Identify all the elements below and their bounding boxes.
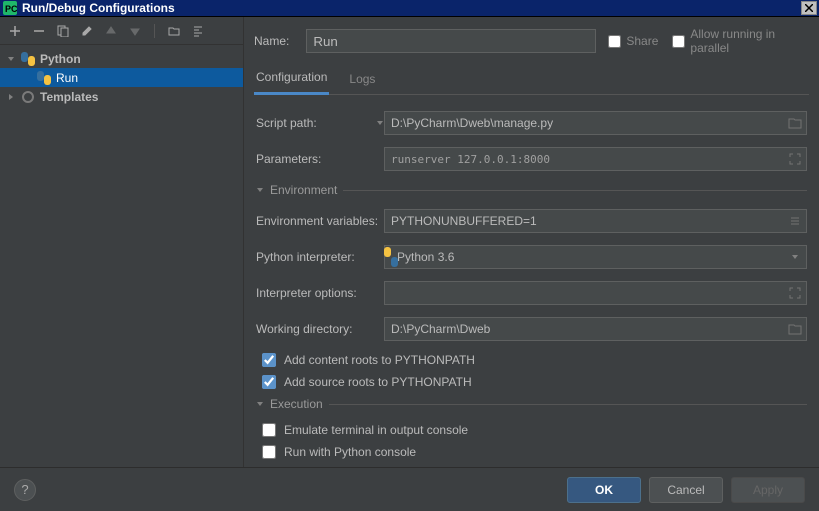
env-vars-input[interactable] [384, 209, 807, 233]
list-icon[interactable] [787, 213, 803, 229]
add-source-roots-checkbox[interactable] [262, 375, 276, 389]
ok-button[interactable]: OK [567, 477, 641, 503]
edit-defaults-icon[interactable] [80, 24, 94, 38]
help-button[interactable]: ? [14, 479, 36, 501]
tree-item-label: Run [56, 71, 78, 85]
svg-text:PC: PC [5, 4, 17, 14]
interpreter-options-label: Interpreter options: [256, 286, 384, 300]
tree-group-label: Templates [40, 90, 98, 104]
folder-icon[interactable] [167, 24, 181, 38]
close-icon[interactable] [801, 1, 817, 15]
browse-folder-icon[interactable] [787, 321, 803, 337]
interpreter-value: Python 3.6 [397, 250, 454, 264]
title-bar: PC Run/Debug Configurations [0, 0, 819, 17]
chevron-right-icon[interactable] [6, 93, 16, 101]
execution-section-label: Execution [270, 397, 323, 411]
emulate-terminal-label: Emulate terminal in output console [284, 423, 468, 437]
window-title: Run/Debug Configurations [22, 1, 801, 15]
move-down-icon[interactable] [128, 24, 142, 38]
cancel-button[interactable]: Cancel [649, 477, 723, 503]
collapse-icon[interactable] [191, 24, 205, 38]
script-path-label: Script path: [256, 116, 317, 130]
chevron-down-icon [256, 183, 264, 197]
add-content-roots-label: Add content roots to PYTHONPATH [284, 353, 475, 367]
run-with-console-label: Run with Python console [284, 445, 416, 459]
chevron-down-icon[interactable] [787, 249, 803, 265]
section-divider [343, 190, 807, 191]
add-content-roots-checkbox[interactable] [262, 353, 276, 367]
allow-parallel-checkbox[interactable]: Allow running in parallel [672, 27, 809, 55]
tabs: Configuration Logs [254, 65, 809, 95]
gear-icon [20, 89, 36, 105]
pycharm-app-icon: PC [2, 0, 18, 16]
name-input[interactable] [306, 29, 596, 53]
share-label: Share [626, 34, 658, 48]
remove-icon[interactable] [32, 24, 46, 38]
tree-group-templates[interactable]: Templates [0, 87, 243, 106]
execution-section-header[interactable]: Execution [256, 397, 807, 411]
add-icon[interactable] [8, 24, 22, 38]
environment-section-header[interactable]: Environment [256, 183, 807, 197]
interpreter-label: Python interpreter: [256, 250, 384, 264]
tree-group-python[interactable]: Python [0, 49, 243, 68]
name-label: Name: [254, 34, 294, 48]
parameters-label: Parameters: [256, 152, 384, 166]
environment-section-label: Environment [270, 183, 337, 197]
script-path-label-combo[interactable]: Script path: [256, 112, 384, 134]
sidebar-toolbar [0, 17, 243, 45]
dialog-footer: ? OK Cancel Apply [0, 467, 819, 511]
apply-button[interactable]: Apply [731, 477, 805, 503]
working-dir-input[interactable] [384, 317, 807, 341]
add-source-roots-label: Add source roots to PYTHONPATH [284, 375, 472, 389]
config-tree[interactable]: Python Run Templates [0, 45, 243, 467]
interpreter-options-input[interactable] [384, 281, 807, 305]
python-icon [20, 51, 36, 67]
chevron-down-icon [376, 116, 384, 130]
expand-icon[interactable] [787, 151, 803, 167]
parameters-input[interactable] [384, 147, 807, 171]
config-content: Name: Share Allow running in parallel Co… [244, 17, 819, 467]
run-with-console-checkbox[interactable] [262, 445, 276, 459]
browse-folder-icon[interactable] [787, 115, 803, 131]
allow-parallel-label: Allow running in parallel [690, 27, 809, 55]
script-path-input[interactable] [384, 111, 807, 135]
python-icon [36, 70, 52, 86]
env-vars-label: Environment variables: [256, 214, 384, 228]
tree-group-label: Python [40, 52, 81, 66]
tab-logs[interactable]: Logs [347, 66, 377, 94]
working-dir-label: Working directory: [256, 322, 384, 336]
share-checkbox[interactable]: Share [608, 34, 658, 48]
section-divider [329, 404, 807, 405]
tree-item-run[interactable]: Run [0, 68, 243, 87]
copy-icon[interactable] [56, 24, 70, 38]
emulate-terminal-checkbox[interactable] [262, 423, 276, 437]
form-area: Script path: Parameters: [254, 95, 809, 467]
chevron-down-icon [256, 397, 264, 411]
expand-icon[interactable] [787, 285, 803, 301]
toolbar-separator [154, 24, 155, 38]
chevron-down-icon[interactable] [6, 55, 16, 63]
tab-configuration[interactable]: Configuration [254, 64, 329, 95]
interpreter-dropdown[interactable]: Python 3.6 [384, 245, 807, 269]
config-sidebar: Python Run Templates [0, 17, 244, 467]
move-up-icon[interactable] [104, 24, 118, 38]
